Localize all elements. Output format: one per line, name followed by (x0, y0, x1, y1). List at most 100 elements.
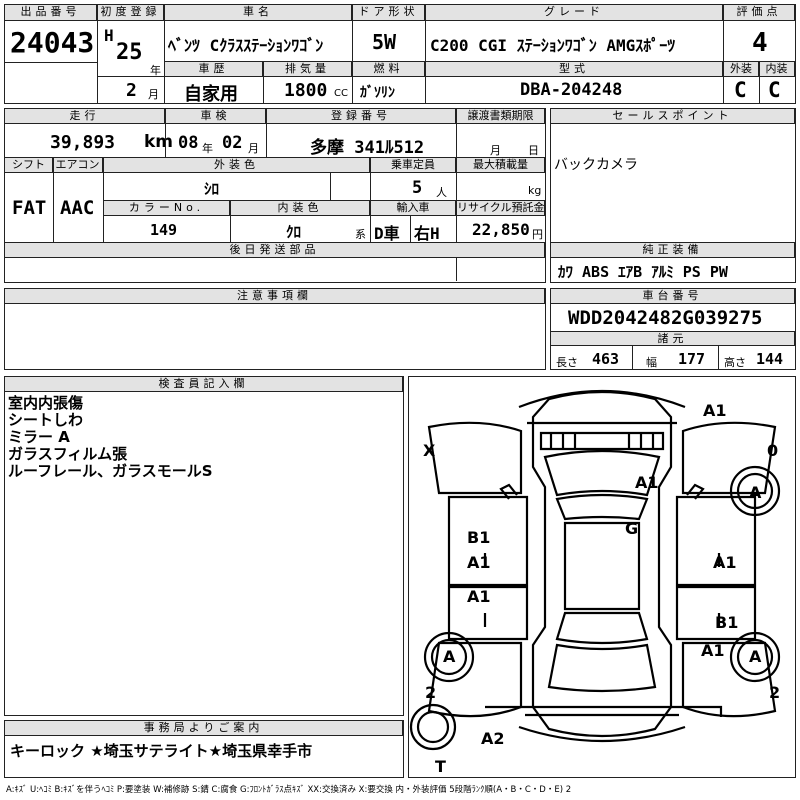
transfer-day-unit: 日 (528, 144, 539, 157)
lot-header: 出品番号 (5, 5, 97, 21)
ext-header: 外装 (724, 62, 759, 77)
label-t: T (435, 757, 446, 776)
inspect-header: 車検 (166, 109, 266, 124)
shift-header: シフト (5, 158, 53, 173)
plate-number: 多摩 341ﾙ512 (310, 138, 425, 158)
mark-rear: A2 (481, 729, 505, 748)
capacity: 5 (412, 178, 423, 198)
load-unit: kg (528, 184, 542, 197)
int-color-header: 内装色 (231, 201, 370, 216)
label-x: X (423, 441, 436, 460)
car-name: ﾍﾞﾝﾂ Cｸﾗｽｽﾃｰｼｮﾝﾜｺﾞﾝ (168, 36, 324, 55)
capacity-unit: 人 (436, 186, 447, 199)
mark-wheel-fr: A (749, 483, 762, 502)
mark-wheel-rl: A (443, 647, 456, 666)
disp-header: 排気量 (264, 62, 352, 77)
inspect-month: 02 (222, 133, 243, 153)
reg-header: 初度登録 (98, 5, 164, 21)
ext-color: ｼﾛ (204, 180, 220, 198)
note-line: ガラスフィルム張 (8, 445, 128, 463)
recycle-fee: 22,850 (472, 220, 530, 239)
mark-top-right: A1 (703, 401, 727, 420)
displacement: 1800 (284, 80, 328, 101)
recycle-header: リサイクル預託金 (457, 201, 545, 216)
width-label: 幅 (646, 356, 657, 369)
note-line: ルーフレール、ガラスモールS (8, 462, 213, 480)
inspect-year: 08 (178, 133, 199, 153)
grade-header: グレード (426, 5, 723, 21)
mileage-unit: km (144, 132, 174, 152)
inspector-notes: 室内内張傷 シートしわ ミラー A ガラスフィルム張 ルーフレール、ガラスモール… (8, 395, 213, 480)
transfer-header: 譲渡書類期限 (457, 109, 545, 124)
mileage-header: 走行 (5, 109, 165, 124)
reg-month: 2 (126, 80, 137, 101)
length-label: 長さ (556, 356, 578, 369)
capacity-header: 乗車定員 (371, 158, 456, 173)
length: 463 (592, 350, 620, 368)
door-header: ドア形状 (353, 5, 425, 21)
vin: WDD2042482G039275 (568, 307, 763, 329)
load-header: 最大積載量 (457, 158, 545, 173)
mark-left-b1: B1 (467, 528, 491, 547)
ac-header: エアコン (53, 158, 103, 173)
inspect-year-unit: 年 (202, 142, 213, 155)
color-no: 149 (150, 221, 178, 239)
office-header: 事務局よりご案内 (5, 721, 403, 736)
legend: A:ｷｽﾞ U:ﾍｺﾐ B:ｷｽﾞを伴うﾍｺﾐ P:要塗装 W:補修跡 S:錆 … (6, 785, 572, 795)
era: H (104, 26, 114, 45)
score: 4 (752, 28, 768, 58)
mark-left-a1: A1 (467, 553, 491, 572)
office-text: キーロック ★埼玉サテライト★埼玉県幸手市 (10, 742, 313, 760)
label-2-left: 2 (425, 683, 437, 702)
height: 144 (756, 350, 784, 368)
model-header: 型式 (426, 62, 723, 77)
history: 自家用 (184, 84, 238, 105)
car-outline (409, 389, 781, 751)
sales-header: セールスポイント (551, 109, 795, 124)
import-type: D車 (374, 224, 400, 243)
import-header: 輸入車 (371, 201, 456, 216)
fuel-header: 燃料 (353, 62, 425, 77)
mark-wheel-rr: A (749, 647, 762, 666)
inspect-month-unit: 月 (248, 142, 259, 155)
reg-month-unit: 月 (148, 88, 159, 101)
mileage: 39,893 (50, 132, 116, 153)
plate-header: 登録番号 (267, 109, 456, 124)
grade: C200 CGI ｽﾃｰｼｮﾝﾜｺﾞﾝ AMGｽﾎﾟｰﾂ (430, 36, 676, 55)
ext-color-header: 外装色 (104, 158, 370, 173)
equipment-text: ｶﾜ ABS ｴｱB ｱﾙﾐ PS PW (558, 263, 728, 281)
inspector-header: 検査員記入欄 (5, 377, 403, 392)
mark-left-a1-2: A1 (467, 587, 491, 606)
int-color: ｸﾛ (286, 223, 302, 241)
later-header: 後日発送部品 (5, 243, 545, 258)
equipment-header: 純正装備 (551, 243, 795, 258)
reg-year: 25 (116, 40, 143, 65)
score-header: 評価点 (724, 5, 795, 21)
shift: FAT (12, 197, 47, 219)
steering: 右H (414, 224, 440, 243)
lot-number: 24043 (10, 26, 95, 59)
recycle-unit: 円 (532, 228, 543, 241)
history-header: 車歴 (165, 62, 263, 77)
mark-right-a1: A1 (713, 553, 737, 572)
label-o: 0 (767, 441, 779, 460)
chassis-header: 車台番号 (551, 289, 795, 304)
label-2-right: 2 (769, 683, 781, 702)
fuel: ｶﾞｿﾘﾝ (360, 85, 395, 101)
aircon: AAC (60, 197, 95, 219)
disp-unit: CC (334, 88, 348, 99)
mark-right-b1: B1 (715, 613, 739, 632)
int-color-unit: 系 (355, 228, 366, 241)
car-header: 車名 (165, 5, 352, 21)
sales-text: バックカメラ (554, 157, 638, 173)
mark-hood: A1 (635, 473, 659, 492)
width: 177 (678, 350, 706, 368)
note-line: シートしわ (8, 411, 84, 429)
caution-header: 注意事項欄 (5, 289, 545, 304)
car-diagram: A1 A1 G B1 A1 A1 A1 B1 A1 A A A A2 X 0 2… (408, 376, 796, 778)
int-header: 内装 (759, 62, 795, 77)
mark-roof: G (625, 519, 639, 538)
transfer-month-unit: 月 (490, 144, 501, 157)
spec-header: 諸元 (551, 331, 795, 346)
note-line: ミラー A (8, 428, 70, 446)
